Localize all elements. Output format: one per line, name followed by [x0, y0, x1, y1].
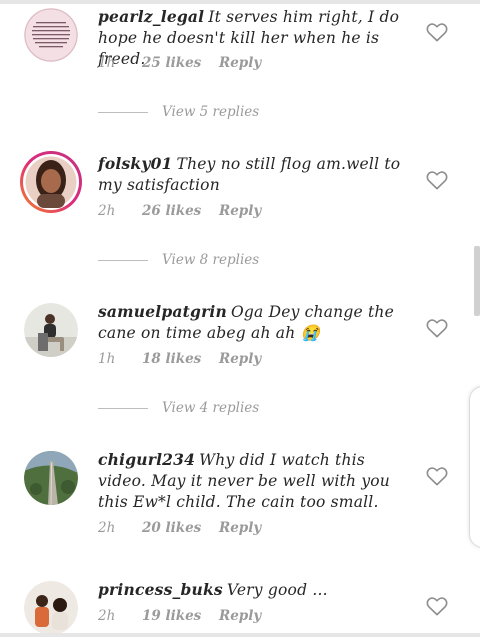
comment-meta: 2h 19 likes Reply [98, 608, 261, 624]
comment-username[interactable]: chigurl234 [98, 450, 195, 469]
view-replies-button[interactable]: View 4 replies [98, 398, 398, 418]
scrollbar[interactable] [474, 246, 480, 316]
comment-username[interactable]: princess_buks [98, 580, 223, 599]
view-replies-button[interactable]: View 5 replies [98, 102, 398, 122]
view-replies-button[interactable]: View 8 replies [98, 250, 398, 270]
view-replies-dash [98, 111, 148, 113]
avatar[interactable] [24, 581, 78, 635]
comment-likes[interactable]: 25 likes [142, 55, 219, 71]
comment-meta: 1h 18 likes Reply [98, 351, 261, 367]
comment-time: 2h [98, 520, 116, 536]
comment-text: princess_buks Very good ... [98, 579, 408, 601]
top-divider [0, 0, 480, 4]
view-replies-dash [98, 259, 148, 261]
view-replies-label: View 8 replies [162, 252, 260, 268]
heart-icon[interactable] [426, 466, 448, 486]
view-replies-label: View 4 replies [162, 400, 260, 416]
heart-icon[interactable] [426, 318, 448, 338]
view-replies-label: View 5 replies [162, 104, 260, 120]
reply-button[interactable]: Reply [219, 55, 261, 71]
bottom-divider [0, 633, 480, 637]
comment-text: samuelpatgrin Oga Dey change the cane on … [98, 301, 408, 344]
comment-likes[interactable]: 26 likes [142, 203, 219, 219]
comment-likes[interactable]: 20 likes [142, 520, 219, 536]
comment-likes[interactable]: 18 likes [142, 351, 219, 367]
comment-time: 2h [98, 203, 116, 219]
view-replies-dash [98, 407, 148, 409]
reply-button[interactable]: Reply [219, 203, 261, 219]
comment-username[interactable]: samuelpatgrin [98, 302, 227, 321]
avatar[interactable] [19, 150, 83, 214]
heart-icon[interactable] [426, 170, 448, 190]
comment-body: Very good ... [226, 581, 328, 599]
heart-icon[interactable] [426, 22, 448, 42]
comment-text: chigurl234 Why did I watch this video. Ma… [98, 449, 408, 513]
avatar[interactable] [24, 303, 78, 357]
comment-time: 1h [98, 351, 116, 367]
comment-meta: 2h 20 likes Reply [98, 520, 261, 536]
heart-icon[interactable] [426, 596, 448, 616]
comment-time: 2h [98, 608, 116, 624]
comment-meta: 1h 25 likes Reply [98, 55, 261, 71]
comment-likes[interactable]: 19 likes [142, 608, 219, 624]
edge-panel-handle[interactable] [469, 386, 480, 548]
avatar[interactable] [24, 451, 78, 505]
comment-text: folsky01 They no still flog am.well to my… [98, 153, 408, 196]
reply-button[interactable]: Reply [219, 351, 261, 367]
comment-meta: 2h 26 likes Reply [98, 203, 261, 219]
reply-button[interactable]: Reply [219, 608, 261, 624]
avatar[interactable] [24, 8, 78, 62]
comment-username[interactable]: folsky01 [98, 154, 173, 173]
reply-button[interactable]: Reply [219, 520, 261, 536]
comment-username[interactable]: pearlz_legal [98, 7, 204, 26]
comment-time: 1h [98, 55, 116, 71]
